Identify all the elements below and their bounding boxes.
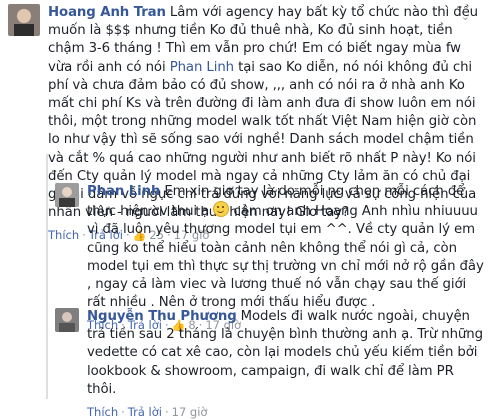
comment-thread: Hoang Anh Tran Lâm với agency hay bất kỳ … (0, 0, 493, 419)
avatar[interactable] (55, 308, 79, 332)
reply-button[interactable]: Trả lời (128, 405, 162, 419)
author-name[interactable]: Nguyễn Thu Phương (87, 309, 237, 324)
comment-text: Phan Linh Em xin giơ tay là do mỗi ng chọ… (87, 184, 484, 311)
smile-emoji-icon (213, 201, 230, 218)
chevron-down-icon[interactable]: ⌄ (461, 10, 470, 23)
comment-text: Nguyễn Thu Phương Models đi walk nước ngo… (87, 309, 483, 397)
mention-link[interactable]: Phan Linh (170, 60, 234, 75)
like-button[interactable]: Thích (87, 405, 118, 419)
timestamp[interactable]: 17 giờ (172, 405, 208, 419)
avatar[interactable] (8, 4, 40, 36)
reply-divider (46, 154, 48, 399)
author-name[interactable]: Phan Linh (87, 184, 160, 199)
comment-item: Nguyễn Thu Phương Models đi walk nước ngo… (55, 308, 485, 419)
avatar[interactable] (55, 183, 79, 207)
comment-actions: Thích · Trả lời · 17 giờ (87, 405, 208, 419)
author-name[interactable]: Hoang Anh Tran (48, 5, 166, 20)
